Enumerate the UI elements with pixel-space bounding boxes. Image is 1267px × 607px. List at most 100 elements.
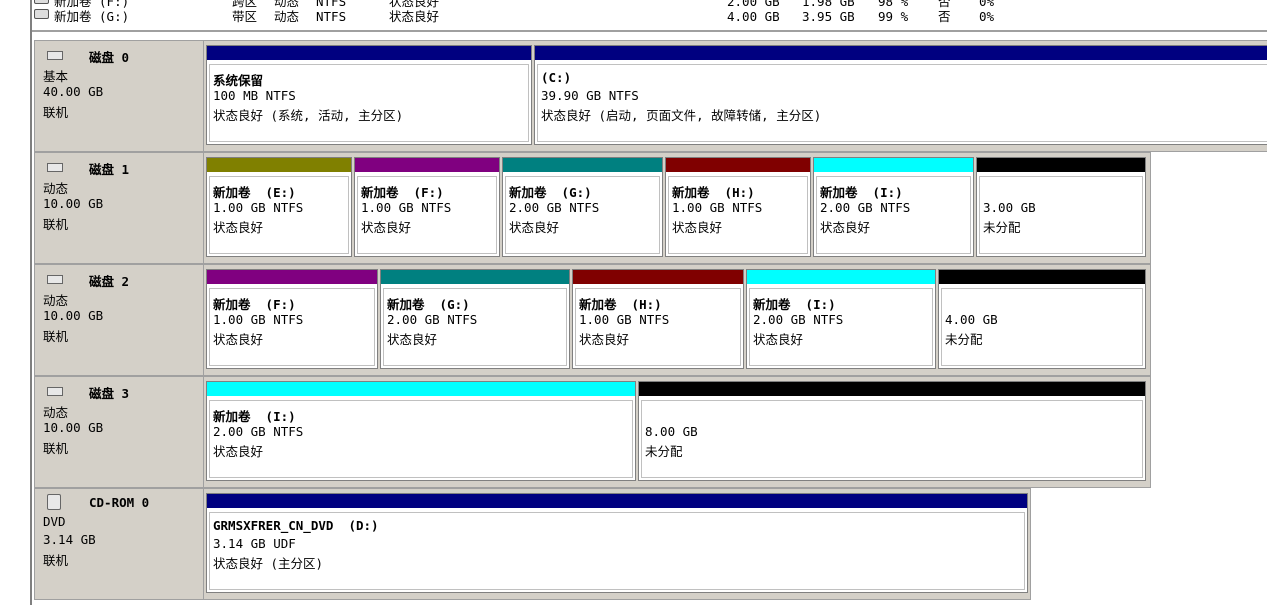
- partition-strip-1: 新加卷 (E:) 1.00 GB NTFS 状态良好 新加卷 (F:) 1.00…: [203, 152, 1151, 264]
- partition-color-bar: [355, 158, 499, 172]
- volume-free: 3.95 GB: [802, 9, 855, 24]
- partition-i[interactable]: 新加卷 (I:) 2.00 GB NTFS 状态良好: [813, 157, 974, 257]
- volume-name: 新加卷 (G:): [54, 9, 130, 24]
- partition-status: 状态良好: [213, 444, 264, 459]
- partition-title: (C:): [541, 70, 572, 85]
- disk-name: 磁盘 2: [89, 274, 130, 289]
- partition-color-bar: [207, 46, 531, 60]
- partition-status: 未分配: [983, 220, 1021, 235]
- partition-body: [537, 64, 1267, 142]
- partition-strip-0: 系统保留 100 MB NTFS 状态良好 (系统, 活动, 主分区) (C:)…: [203, 40, 1267, 152]
- partition-size: 1.00 GB NTFS: [213, 200, 304, 215]
- partition-body: [641, 400, 1143, 478]
- volume-row-g[interactable]: 新加卷 (G:) 带区 动态 NTFS 状态良好 4.00 GB 3.95 GB…: [32, 9, 1032, 25]
- partition-unallocated[interactable]: 4.00 GB 未分配: [938, 269, 1146, 369]
- partition-body: [979, 176, 1143, 254]
- partition-status: 状态良好: [213, 220, 264, 235]
- disk-label-1[interactable]: 磁盘 1 动态 10.00 GB 联机: [34, 152, 205, 264]
- partition-h[interactable]: 新加卷 (H:) 1.00 GB NTFS 状态良好: [572, 269, 744, 369]
- disk-type: 动态: [43, 293, 69, 308]
- partition-size: 3.00 GB: [983, 200, 1036, 215]
- partition-status: 状态良好: [672, 220, 723, 235]
- partition-size: 3.14 GB UDF: [213, 536, 296, 551]
- partition-f[interactable]: 新加卷 (F:) 1.00 GB NTFS 状态良好: [206, 269, 378, 369]
- partition-unallocated[interactable]: 3.00 GB 未分配: [976, 157, 1146, 257]
- partition-status: 状态良好: [579, 332, 630, 347]
- partition-status: 状态良好: [213, 332, 264, 347]
- partition-g[interactable]: 新加卷 (G:) 2.00 GB NTFS 状态良好: [380, 269, 570, 369]
- partition-status: 状态良好: [753, 332, 804, 347]
- partition-i[interactable]: 新加卷 (I:) 2.00 GB NTFS 状态良好: [206, 381, 636, 481]
- partition-c[interactable]: (C:) 39.90 GB NTFS 状态良好 (启动, 页面文件, 故障转储,…: [534, 45, 1267, 145]
- partition-status: 状态良好: [820, 220, 871, 235]
- volume-fault: 否: [938, 9, 951, 24]
- volume-fs: NTFS: [316, 9, 347, 24]
- disk-status: 联机: [43, 217, 69, 232]
- partition-strip-2: 新加卷 (F:) 1.00 GB NTFS 状态良好 新加卷 (G:) 2.00…: [203, 264, 1151, 376]
- partition-title: 新加卷 (G:): [387, 297, 470, 312]
- partition-system-reserved[interactable]: 系统保留 100 MB NTFS 状态良好 (系统, 活动, 主分区): [206, 45, 532, 145]
- volume-list[interactable]: 新加卷 (F:) 跨区 动态 NTFS 状态良好 2.00 GB 1.98 GB…: [32, 0, 1267, 30]
- partition-title: 新加卷 (I:): [820, 185, 903, 200]
- partition-color-bar: [535, 46, 1267, 60]
- partition-title: GRMSXFRER_CN_DVD (D:): [213, 518, 379, 533]
- disk-label-3[interactable]: 磁盘 3 动态 10.00 GB 联机: [34, 376, 205, 488]
- partition-unallocated[interactable]: 8.00 GB 未分配: [638, 381, 1146, 481]
- partition-color-bar: [573, 270, 743, 284]
- partition-e[interactable]: 新加卷 (E:) 1.00 GB NTFS 状态良好: [206, 157, 352, 257]
- partition-title: 新加卷 (I:): [753, 297, 836, 312]
- partition-strip-3: 新加卷 (I:) 2.00 GB NTFS 状态良好 8.00 GB 未分配: [203, 376, 1151, 488]
- partition-title: 新加卷 (G:): [509, 185, 592, 200]
- disk-label-0[interactable]: 磁盘 0 基本 40.00 GB 联机: [34, 40, 205, 152]
- partition-color-bar: [207, 158, 351, 172]
- partition-size: 2.00 GB NTFS: [387, 312, 478, 327]
- partition-body: [941, 288, 1143, 366]
- disk-status: 联机: [43, 329, 69, 344]
- disk-icon: [47, 163, 63, 172]
- disk-label-2[interactable]: 磁盘 2 动态 10.00 GB 联机: [34, 264, 205, 376]
- disk-size: 10.00 GB: [43, 196, 104, 211]
- partition-title: 系统保留: [213, 73, 264, 88]
- disk-status: 联机: [43, 105, 69, 120]
- partition-size: 1.00 GB NTFS: [361, 200, 452, 215]
- disk-size: 40.00 GB: [43, 84, 104, 99]
- disk-name: 磁盘 0: [89, 50, 130, 65]
- partition-size: 1.00 GB NTFS: [579, 312, 670, 327]
- partition-d[interactable]: GRMSXFRER_CN_DVD (D:) 3.14 GB UDF 状态良好 (…: [206, 493, 1028, 593]
- partition-size: 100 MB NTFS: [213, 88, 296, 103]
- partition-h[interactable]: 新加卷 (H:) 1.00 GB NTFS 状态良好: [665, 157, 811, 257]
- volume-type: 动态: [274, 9, 300, 24]
- partition-i[interactable]: 新加卷 (I:) 2.00 GB NTFS 状态良好: [746, 269, 936, 369]
- disk-status: 联机: [43, 553, 69, 568]
- disk-name: CD-ROM 0: [89, 495, 150, 510]
- disk-icon: [47, 387, 63, 396]
- volume-pct: 99 %: [878, 9, 909, 24]
- disk-status: 联机: [43, 441, 69, 456]
- disk-type: DVD: [43, 514, 66, 529]
- partition-status: 状态良好 (启动, 页面文件, 故障转储, 主分区): [541, 108, 822, 123]
- partition-color-bar: [207, 270, 377, 284]
- volume-layout: 带区: [232, 9, 258, 24]
- disk-name: 磁盘 3: [89, 386, 130, 401]
- volume-overhead: 0%: [979, 9, 995, 24]
- partition-color-bar: [977, 158, 1145, 172]
- partition-title: 新加卷 (F:): [213, 297, 296, 312]
- partition-g[interactable]: 新加卷 (G:) 2.00 GB NTFS 状态良好: [502, 157, 663, 257]
- partition-size: 4.00 GB: [945, 312, 998, 327]
- disk-label-cdrom[interactable]: CD-ROM 0 DVD 3.14 GB 联机: [34, 488, 205, 600]
- disk-icon: [47, 275, 63, 284]
- volume-icon: [34, 9, 49, 19]
- disk-type: 基本: [43, 69, 69, 84]
- partition-size: 2.00 GB NTFS: [820, 200, 911, 215]
- partition-f[interactable]: 新加卷 (F:) 1.00 GB NTFS 状态良好: [354, 157, 500, 257]
- partition-status: 状态良好 (系统, 活动, 主分区): [213, 108, 404, 123]
- volume-capacity: 4.00 GB: [727, 9, 780, 24]
- disk-type: 动态: [43, 405, 69, 420]
- partition-status: 状态良好: [387, 332, 438, 347]
- partition-size: 39.90 GB NTFS: [541, 88, 639, 103]
- disk-type: 动态: [43, 181, 69, 196]
- partition-status: 状态良好: [361, 220, 412, 235]
- partition-color-bar: [666, 158, 810, 172]
- partition-size: 2.00 GB NTFS: [509, 200, 600, 215]
- partition-title: 新加卷 (F:): [361, 185, 444, 200]
